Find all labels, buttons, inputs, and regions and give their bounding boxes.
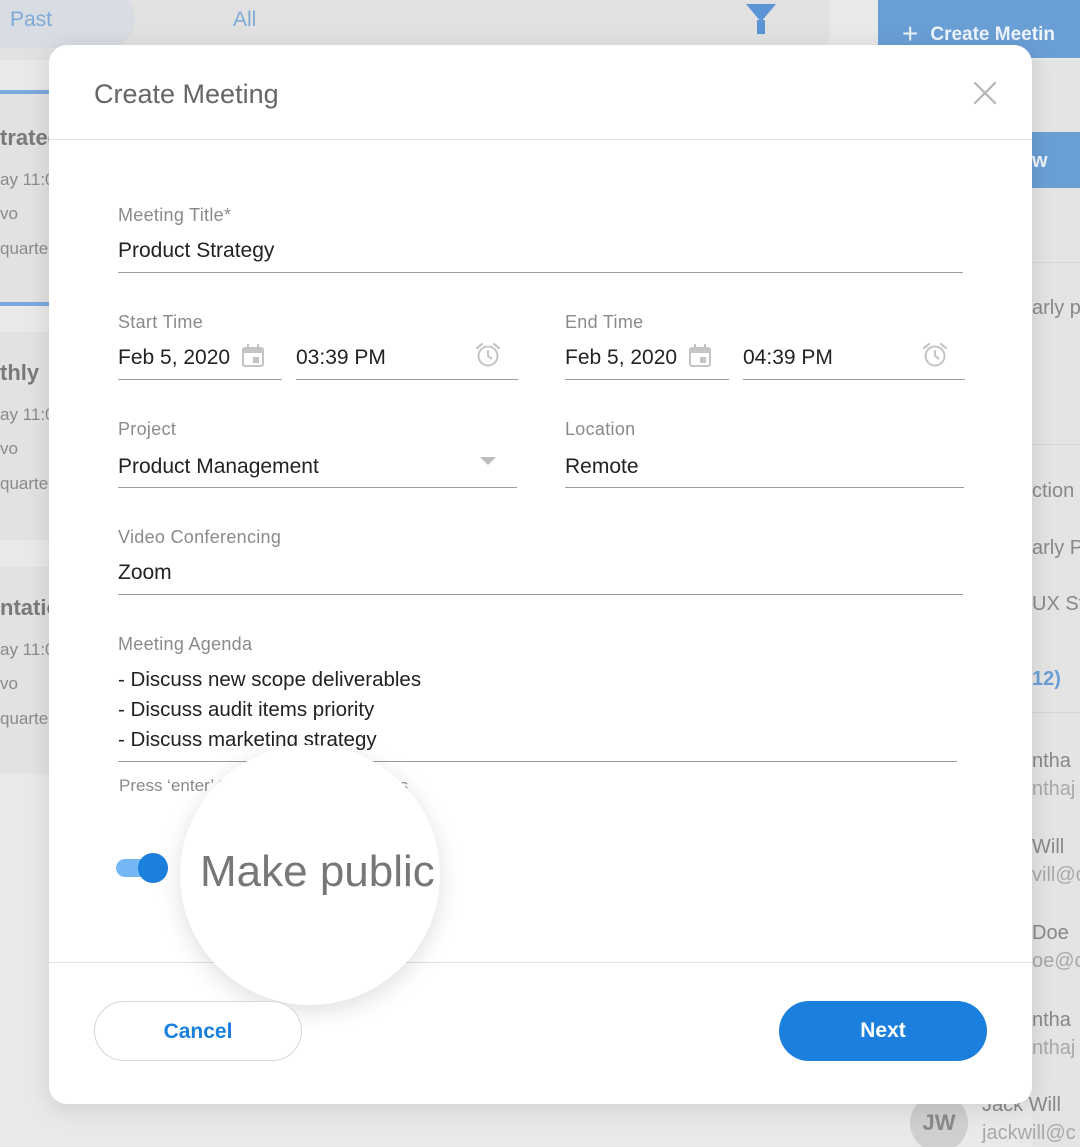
create-meeting-dialog: Create Meeting Meeting Title* Product St… [49,45,1032,1104]
cancel-button[interactable]: Cancel [94,1001,302,1061]
agenda-label: Meeting Agenda [118,634,253,654]
right-panel-button-label: w [1032,150,1048,172]
video-conferencing-label: Video Conferencing [118,527,282,547]
person-email: nthaj [1032,1037,1076,1059]
right-panel-section: ction [1032,480,1075,502]
start-time-underline [296,379,518,380]
card-line: quarte [0,709,49,728]
project-underline [118,487,517,488]
right-panel-text: UX St [1032,593,1080,615]
alarm-clock-icon[interactable] [921,341,949,369]
close-button[interactable] [969,77,1001,109]
card-line: vo [0,674,18,693]
next-button[interactable]: Next [779,1001,987,1061]
start-time-label: Start Time [118,312,204,332]
magnifier-callout: Make public [180,745,440,1005]
location-underline [565,487,964,488]
right-panel-text: arly p [1032,297,1080,319]
right-panel-text: arly P [1032,537,1080,559]
meeting-title-underline [118,272,963,273]
divider [1032,262,1080,263]
end-date-input[interactable]: Feb 5, 2020 [565,346,677,370]
meeting-card[interactable] [0,90,50,306]
card-title: thly [0,360,40,385]
toggle-knob [138,853,168,883]
header-divider [49,139,1032,140]
end-date-underline [565,379,729,380]
end-time-input[interactable]: 04:39 PM [743,346,833,370]
person-name: Will [1032,836,1065,858]
start-date-input[interactable]: Feb 5, 2020 [118,346,230,370]
location-label: Location [565,419,636,439]
person-name: Doe [1032,922,1069,944]
footer-divider [49,962,1032,963]
person-name: ntha [1032,750,1071,772]
filter-icon-stem [757,20,765,34]
start-time-input[interactable]: 03:39 PM [296,346,386,370]
person-email: nthaj [1032,778,1076,800]
end-time-underline [743,379,965,380]
person-name: ntha [1032,1009,1071,1031]
person-email: vill@c [1032,864,1080,886]
video-conferencing-underline [118,594,963,595]
close-icon [973,81,997,105]
create-meeting-label: Create Meetin [930,24,1055,45]
meeting-title-input[interactable]: Product Strategy [118,239,274,263]
card-line: quarte [0,474,49,493]
card-accent-bar [0,302,50,306]
meeting-title-label: Meeting Title* [118,205,232,225]
tab-all-label[interactable]: All [233,8,256,32]
card-date: ay 11:0 [0,170,55,189]
video-conferencing-input[interactable]: Zoom [118,561,172,585]
card-line: quarte [0,239,49,258]
make-public-label[interactable]: Make public [200,847,435,897]
location-input[interactable]: Remote [565,455,639,479]
dialog-title: Create Meeting [94,79,279,109]
project-label: Project [118,419,177,439]
card-date: ay 11:0 [0,640,55,659]
divider [1032,712,1080,713]
calendar-icon[interactable] [240,343,266,369]
chevron-down-icon[interactable] [480,457,496,467]
card-line: vo [0,204,18,223]
divider [1032,444,1080,445]
tab-past-label: Past [10,8,53,31]
card-line: vo [0,439,18,458]
agenda-item: - Discuss audit items priority [118,698,375,721]
alarm-clock-icon[interactable] [474,341,502,369]
calendar-icon[interactable] [687,343,713,369]
end-time-label: End Time [565,312,644,332]
person-email: oe@c [1032,950,1080,972]
project-select[interactable]: Product Management [118,455,319,479]
start-date-underline [118,379,282,380]
agenda-item: - Discuss new scope deliverables [118,668,422,691]
make-public-toggle[interactable] [116,850,172,886]
card-date: ay 11:0 [0,405,55,424]
person-email: jackwill@c [982,1122,1076,1144]
card-accent-bar [0,90,50,94]
right-panel-count: 12) [1032,668,1061,690]
